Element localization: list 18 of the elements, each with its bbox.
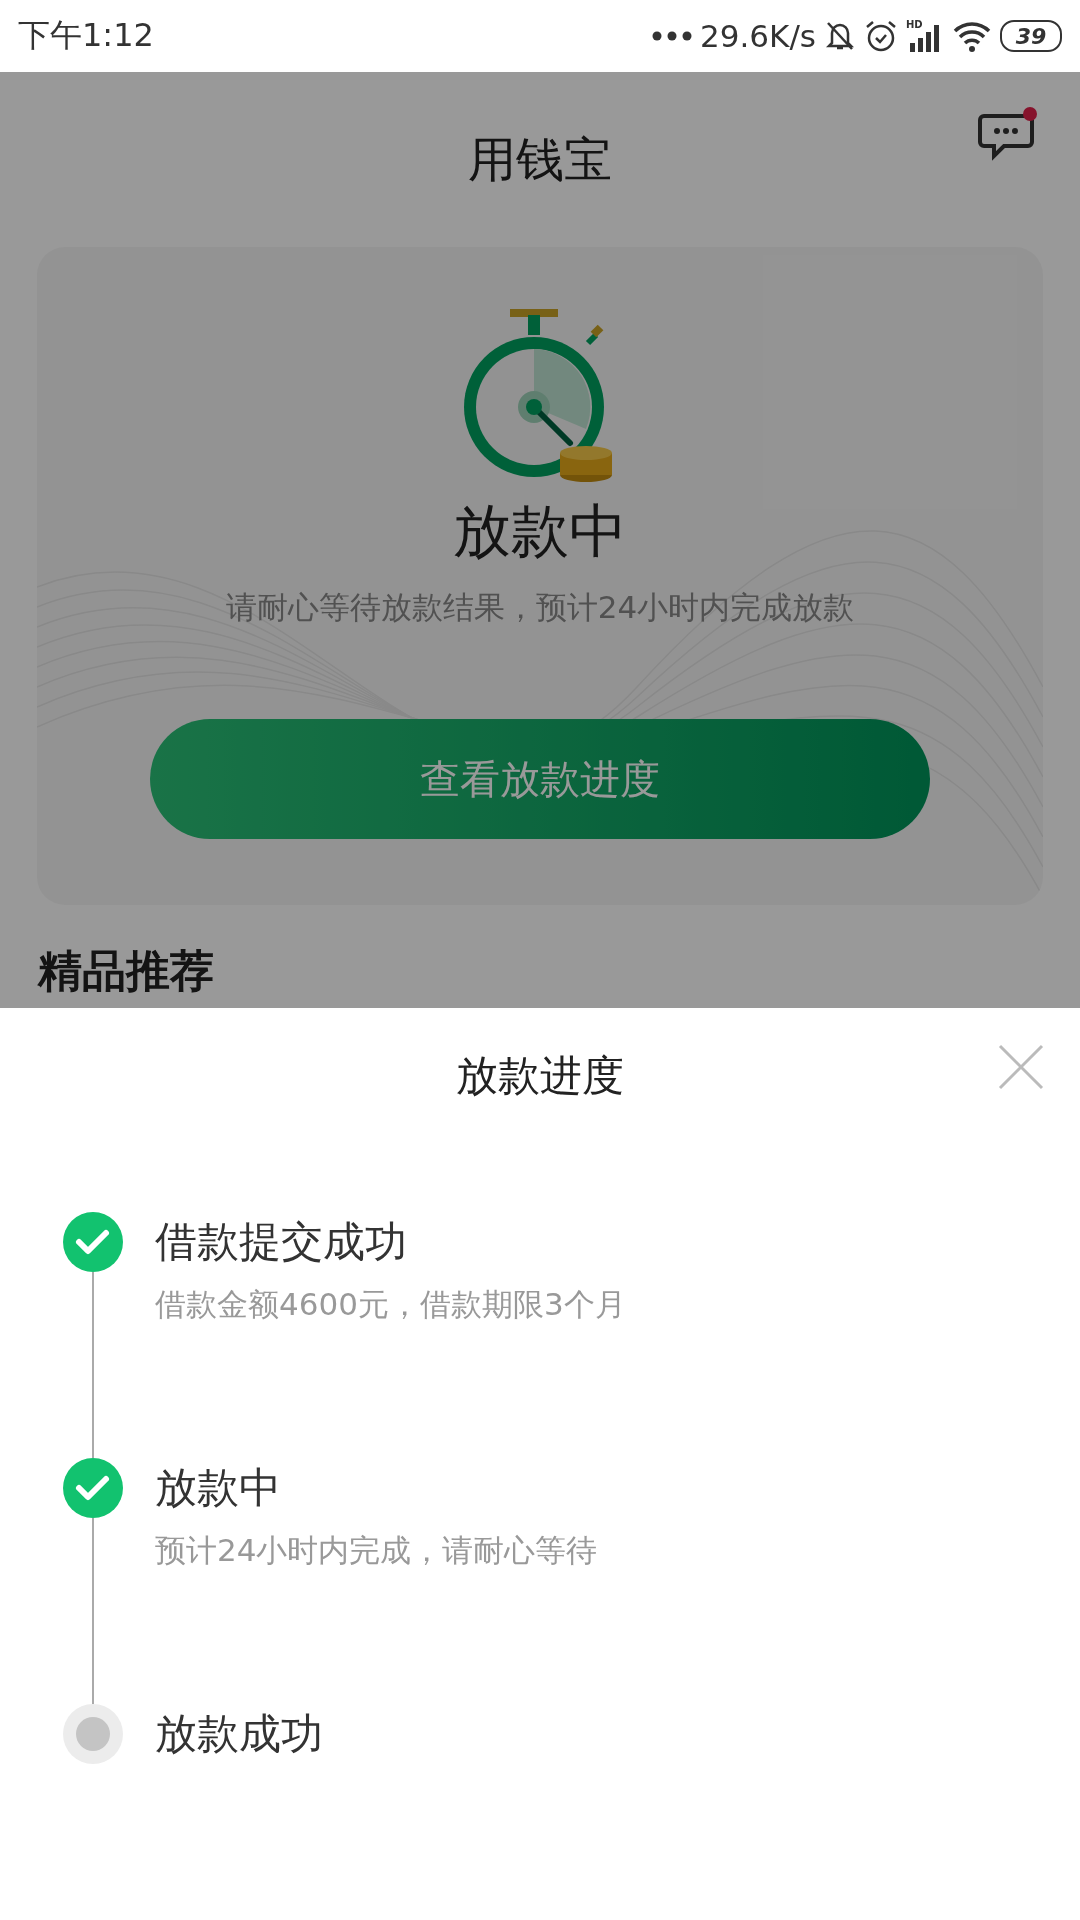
status-message: 请耐心等待放款结果，预计24小时内完成放款 <box>225 588 855 627</box>
app-title: 用钱宝 <box>468 129 612 189</box>
step-title: 放款中 <box>155 1462 282 1514</box>
status-time: 下午1:12 <box>18 15 154 56</box>
more-notifications-icon <box>652 31 693 41</box>
message-icon[interactable] <box>978 106 1038 162</box>
step-description: 借款金额4600元，借款期限3个月 <box>155 1285 626 1324</box>
battery-icon: 39 <box>1000 20 1062 52</box>
network-speed: 29.6K/s <box>700 18 816 54</box>
step-title: 借款提交成功 <box>155 1216 408 1268</box>
view-progress-button[interactable]: 查看放款进度 <box>150 719 930 839</box>
section-title: 精品推荐 <box>38 945 215 998</box>
wifi-icon <box>952 19 992 53</box>
step-title: 放款成功 <box>155 1708 323 1760</box>
alarm-clock-icon <box>864 19 898 53</box>
step-description: 预计24小时内完成，请耐心等待 <box>155 1531 598 1570</box>
status-title: 放款中 <box>453 496 627 567</box>
sheet-title: 放款进度 <box>456 1050 624 1102</box>
